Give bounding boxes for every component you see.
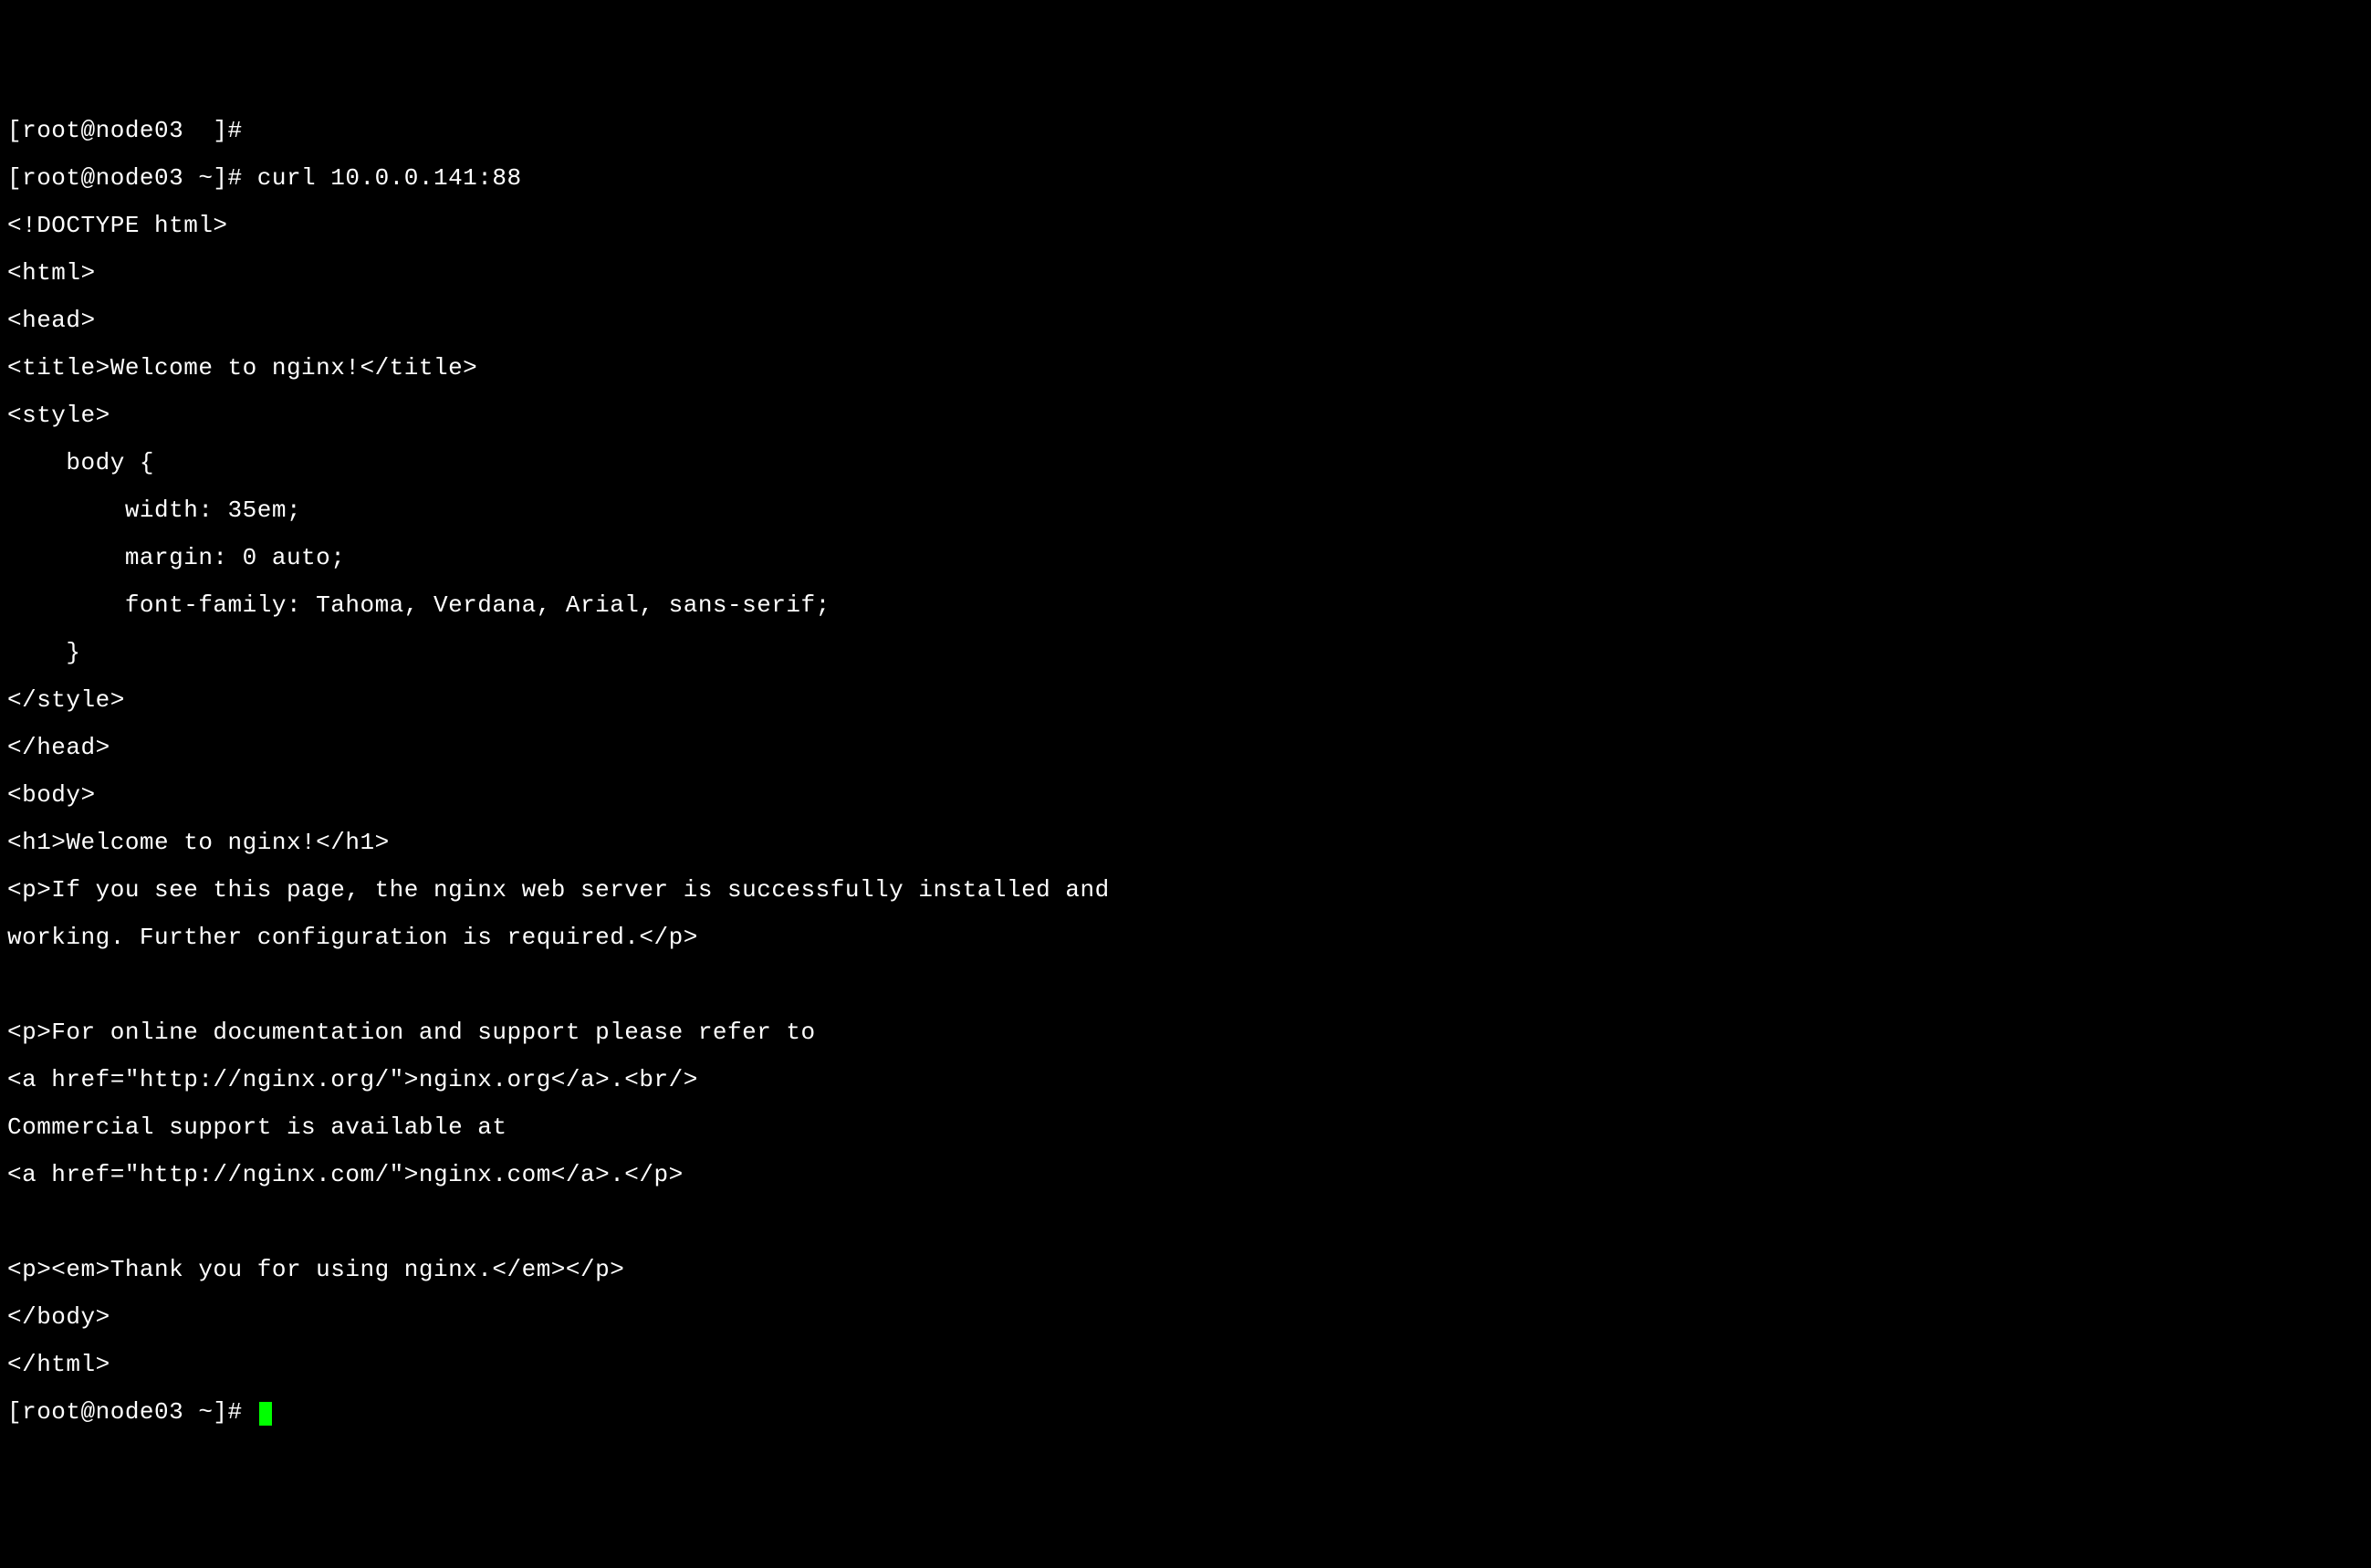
terminal-line: </head> — [7, 736, 2364, 759]
terminal-line: </body> — [7, 1305, 2364, 1329]
terminal-line: [root@node03 ]# — [7, 119, 2364, 142]
terminal-line: margin: 0 auto; — [7, 546, 2364, 570]
terminal-line: <p>If you see this page, the nginx web s… — [7, 878, 2364, 902]
terminal-line: <body> — [7, 783, 2364, 807]
terminal-line: <p><em>Thank you for using nginx.</em></… — [7, 1258, 2364, 1281]
terminal-line: <a href="http://nginx.org/">nginx.org</a… — [7, 1068, 2364, 1092]
terminal-line: </style> — [7, 688, 2364, 712]
terminal-line: [root@node03 ~]# curl 10.0.0.141:88 — [7, 166, 2364, 190]
terminal-line: font-family: Tahoma, Verdana, Arial, san… — [7, 593, 2364, 617]
terminal-line: <!DOCTYPE html> — [7, 214, 2364, 237]
terminal-window[interactable]: [root@node03 ]# [root@node03 ~]# curl 10… — [0, 95, 2371, 1449]
terminal-line: <title>Welcome to nginx!</title> — [7, 356, 2364, 380]
terminal-line: <a href="http://nginx.com/">nginx.com</a… — [7, 1163, 2364, 1186]
terminal-prompt: [root@node03 ~]# — [7, 1398, 257, 1426]
terminal-line: body { — [7, 451, 2364, 475]
terminal-line — [7, 1210, 2364, 1234]
terminal-line: <p>For online documentation and support … — [7, 1020, 2364, 1044]
terminal-prompt-line[interactable]: [root@node03 ~]# — [7, 1400, 2364, 1426]
terminal-line: </html> — [7, 1353, 2364, 1376]
terminal-line: working. Further configuration is requir… — [7, 925, 2364, 949]
terminal-line: Commercial support is available at — [7, 1115, 2364, 1139]
terminal-line: <style> — [7, 403, 2364, 427]
terminal-line: } — [7, 641, 2364, 664]
terminal-line: <head> — [7, 308, 2364, 332]
terminal-line: <h1>Welcome to nginx!</h1> — [7, 831, 2364, 854]
terminal-line: width: 35em; — [7, 498, 2364, 522]
terminal-line — [7, 973, 2364, 997]
cursor-icon — [259, 1402, 272, 1426]
terminal-line: <html> — [7, 261, 2364, 285]
